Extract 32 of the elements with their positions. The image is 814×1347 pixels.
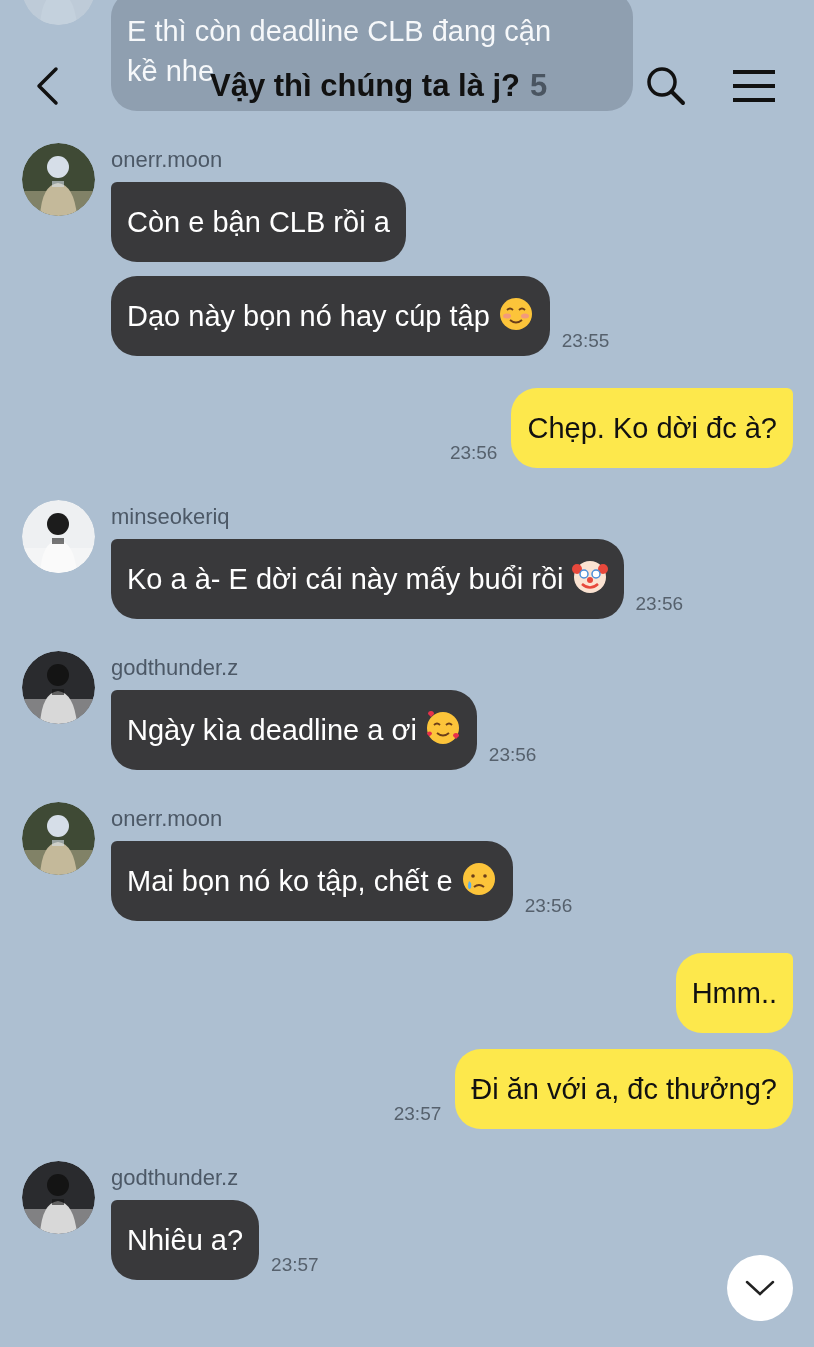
message-time: 23:56 bbox=[449, 440, 498, 465]
message-bubble[interactable]: Hmm.. bbox=[675, 953, 793, 1033]
clown-emoji-icon bbox=[571, 559, 608, 595]
smiling-emoji-icon bbox=[497, 296, 534, 332]
member-count: 5 bbox=[530, 66, 548, 105]
chevron-down-icon bbox=[745, 1279, 775, 1297]
back-chevron-icon bbox=[34, 66, 60, 106]
message-time: 23:56 bbox=[635, 591, 684, 616]
message-bubble[interactable]: Ko a à- E dời cái này mấy buổi rồi bbox=[111, 539, 624, 619]
message-bubble[interactable]: Dạo này bọn nó hay cúp tập bbox=[111, 276, 550, 356]
sender-name: godthunder.z bbox=[111, 655, 239, 680]
sender-name: onerr.moon bbox=[111, 147, 223, 172]
message-time: 23:57 bbox=[271, 1252, 319, 1277]
message-bubble[interactable]: Mai bọn nó ko tập, chết e bbox=[111, 841, 513, 921]
hearts-emoji-icon bbox=[424, 710, 461, 746]
message-bubble[interactable]: Đi ăn với a, đc thưởng? bbox=[455, 1049, 793, 1129]
sender-name: godthunder.z bbox=[111, 1165, 239, 1190]
message-bubble[interactable]: Nhiêu a? bbox=[111, 1200, 260, 1280]
sender-name: onerr.moon bbox=[111, 806, 223, 831]
message-time: 23:57 bbox=[393, 1101, 442, 1126]
message-time: 23:55 bbox=[561, 328, 610, 353]
message-bubble[interactable]: Ngày kìa deadline a ơi bbox=[111, 690, 477, 770]
message-time: 23:56 bbox=[524, 893, 573, 918]
menu-button[interactable] bbox=[732, 69, 776, 103]
tear-emoji-icon bbox=[460, 861, 497, 897]
search-icon bbox=[646, 66, 686, 106]
search-button[interactable] bbox=[646, 66, 686, 106]
message-time: 23:56 bbox=[488, 742, 537, 767]
menu-icon bbox=[732, 69, 776, 103]
message-bubble[interactable]: Chẹp. Ko dời đc à? bbox=[511, 388, 793, 468]
sender-name: minseokeriq bbox=[111, 504, 230, 529]
message-bubble[interactable]: Còn e bận CLB rồi a bbox=[111, 182, 406, 262]
